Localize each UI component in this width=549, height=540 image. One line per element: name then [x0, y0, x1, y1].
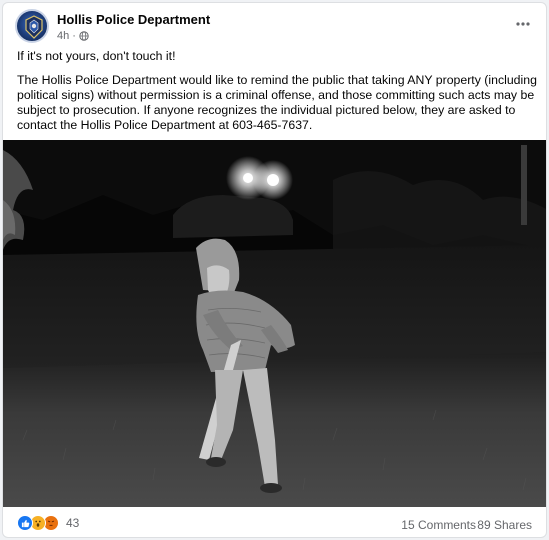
like-icon: [17, 515, 33, 531]
shares-count-link[interactable]: 89 Shares: [477, 518, 532, 532]
night-camera-photo: [3, 140, 546, 507]
page-avatar[interactable]: [15, 9, 49, 43]
post-stats: 43 15 Comments 89 Shares: [3, 511, 546, 535]
reactions-summary[interactable]: 43: [17, 515, 79, 531]
globe-icon: [79, 31, 89, 41]
police-badge-icon: [25, 15, 43, 39]
post-photo[interactable]: [3, 140, 546, 507]
post-time[interactable]: 4h: [57, 30, 69, 42]
post-meta: 4h ·: [57, 30, 89, 42]
facebook-post: Hollis Police Department 4h · If it's no…: [2, 2, 547, 538]
comments-count-link[interactable]: 15 Comments: [401, 518, 476, 532]
post-body: The Hollis Police Department would like …: [17, 73, 537, 132]
more-horizontal-icon: [516, 22, 530, 26]
post-text: If it's not yours, don't touch it! The H…: [17, 49, 537, 133]
page-name-link[interactable]: Hollis Police Department: [57, 12, 210, 27]
more-options-button[interactable]: [512, 13, 534, 35]
reaction-count: 43: [66, 516, 80, 530]
post-headline: If it's not yours, don't touch it!: [17, 49, 176, 63]
meta-separator: ·: [72, 30, 76, 42]
post-header: Hollis Police Department 4h ·: [3, 3, 546, 45]
